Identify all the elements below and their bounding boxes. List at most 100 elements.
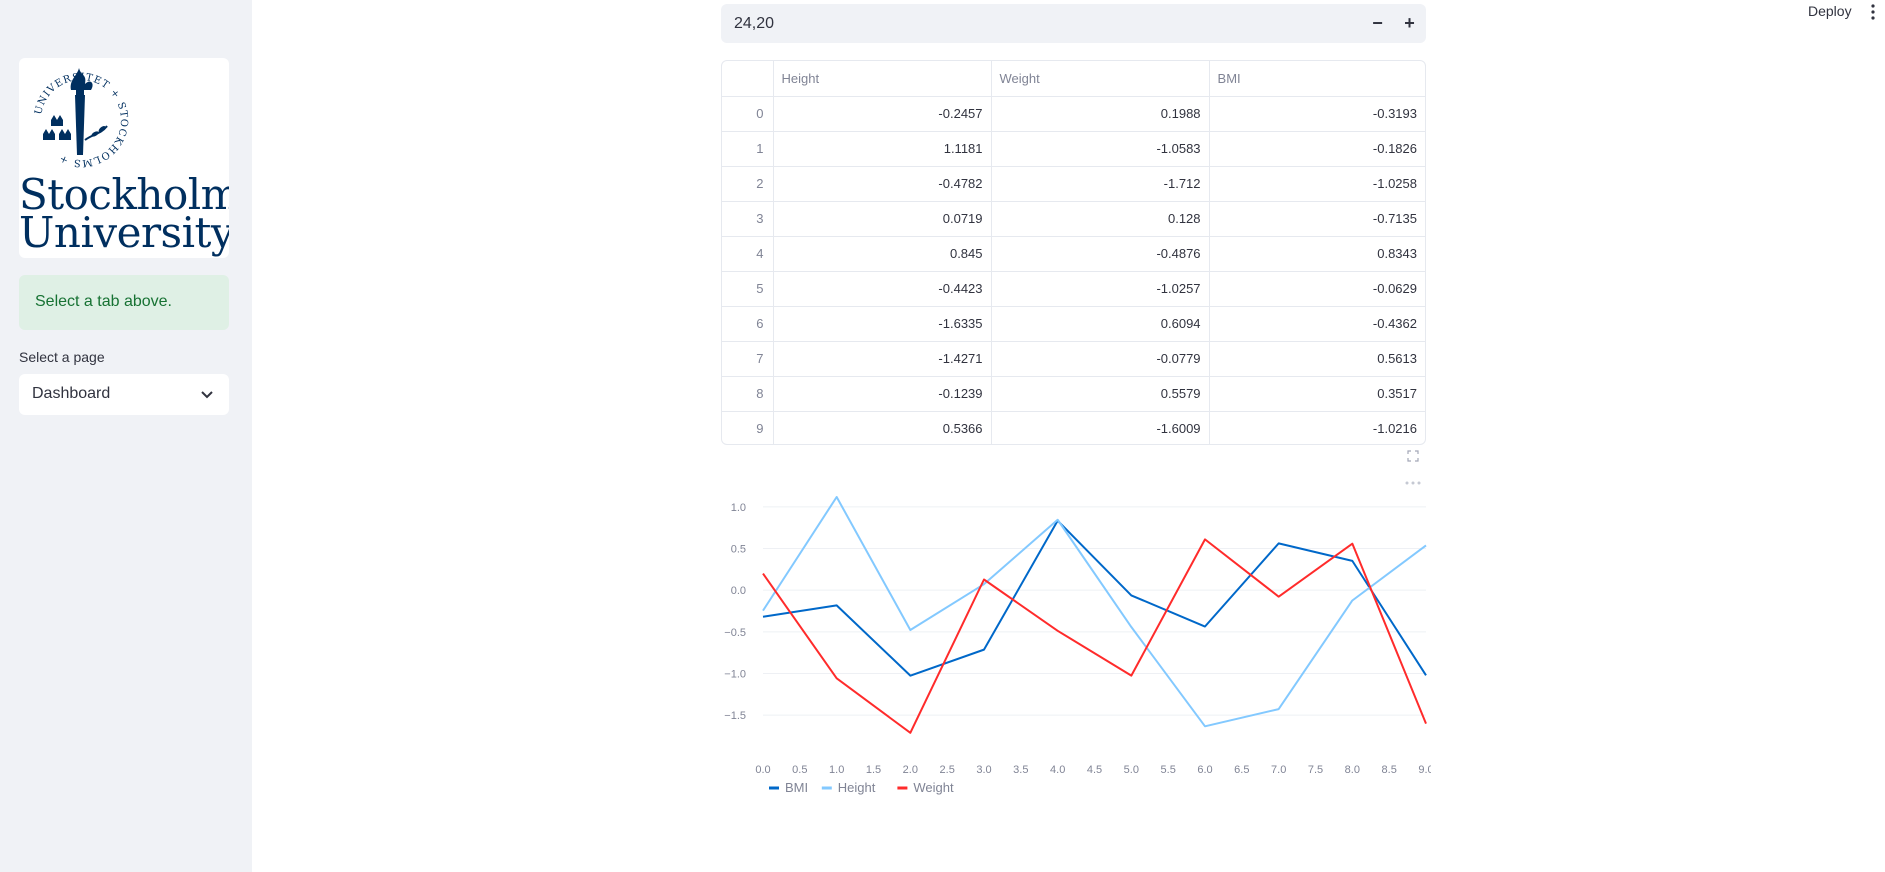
- table-cell[interactable]: -1.0258: [1209, 166, 1425, 202]
- decrement-button[interactable]: −: [1362, 4, 1393, 43]
- table-cell[interactable]: -1.4271: [773, 341, 992, 377]
- table-cell[interactable]: 0.3517: [1209, 376, 1425, 412]
- info-alert: Select a tab above.: [19, 275, 229, 330]
- table-cell[interactable]: -1.0257: [991, 271, 1210, 307]
- table-cell[interactable]: 0.5366: [773, 411, 992, 444]
- x-tick-label: 2.5: [940, 764, 955, 776]
- row-index-cell[interactable]: 3: [722, 201, 774, 237]
- legend-label[interactable]: Height: [838, 780, 876, 795]
- series-line-height[interactable]: [762, 495, 1427, 728]
- table-row[interactable]: 7 -1.4271 -0.0779 0.5613: [722, 341, 1425, 377]
- x-tick-label: 0.5: [792, 764, 807, 776]
- table-cell[interactable]: 0.5613: [1209, 341, 1425, 377]
- table-cell[interactable]: 0.6094: [991, 306, 1210, 342]
- row-index-cell[interactable]: 8: [722, 376, 774, 412]
- y-tick-label: −1.0: [724, 669, 746, 681]
- table-cell[interactable]: -0.4876: [991, 236, 1210, 272]
- table-header-row: Height Weight BMI: [722, 61, 1425, 97]
- chevron-down-icon: [201, 391, 213, 399]
- fullscreen-icon[interactable]: [1399, 443, 1427, 469]
- increment-button[interactable]: +: [1394, 4, 1425, 43]
- logo-line-2: University: [19, 208, 229, 257]
- x-tick-label: 3.5: [1013, 764, 1028, 776]
- row-index-cell[interactable]: 6: [722, 306, 774, 342]
- row-index-cell[interactable]: 5: [722, 271, 774, 307]
- table-cell[interactable]: 0.128: [991, 201, 1210, 237]
- table-cell[interactable]: -0.4423: [773, 271, 992, 307]
- table-row[interactable]: 0 -0.2457 0.1988 -0.3193: [722, 96, 1425, 132]
- y-tick-label: −0.5: [724, 627, 746, 639]
- page-select-value: Dashboard: [32, 385, 111, 402]
- number-input-value[interactable]: 24,20: [734, 15, 774, 33]
- y-tick-label: −1.5: [724, 710, 746, 722]
- table-cell[interactable]: -1.712: [991, 166, 1210, 202]
- table-cell[interactable]: -0.7135: [1209, 201, 1425, 237]
- table-cell[interactable]: 0.845: [773, 236, 992, 272]
- line-chart[interactable]: 1.0 0.5 0.0 −0.5 −1.0 −1.5 0.0 0.5 1.0 1.5 2.0 2.5 3…: [721, 470, 1431, 810]
- y-tick-label: 0.5: [731, 544, 746, 556]
- university-logo: UNIVERSITET + STOCKHOLMS + Stockholm Uni…: [19, 58, 229, 258]
- table-cell[interactable]: -1.6009: [991, 411, 1210, 444]
- table-row[interactable]: 9 0.5366 -1.6009 -1.0216: [722, 411, 1425, 444]
- page-select[interactable]: Dashboard: [19, 374, 229, 415]
- table-row[interactable]: 1 1.1181 -1.0583 -0.1826: [722, 131, 1425, 167]
- table-row[interactable]: 3 0.0719 0.128 -0.7135: [722, 201, 1425, 237]
- sidebar: UNIVERSITET + STOCKHOLMS + Stockholm Uni…: [0, 0, 252, 872]
- x-tick-label: 8.5: [1382, 764, 1397, 776]
- table-cell[interactable]: -0.4782: [773, 166, 992, 202]
- logo-wordmark: Stockholm University: [19, 174, 229, 257]
- table-row[interactable]: 8 -0.1239 0.5579 0.3517: [722, 376, 1425, 412]
- table-row[interactable]: 2 -0.4782 -1.712 -1.0258: [722, 166, 1425, 202]
- main-menu-icon[interactable]: [1868, 2, 1878, 22]
- university-seal-icon: UNIVERSITET + STOCKHOLMS +: [33, 68, 128, 168]
- table-cell[interactable]: -0.1239: [773, 376, 992, 412]
- table-cell[interactable]: -1.0216: [1209, 411, 1425, 444]
- x-tick-label: 3.0: [976, 764, 991, 776]
- row-index-cell[interactable]: 4: [722, 236, 774, 272]
- column-header-bmi[interactable]: BMI: [1209, 61, 1425, 97]
- page-select-label: Select a page: [19, 349, 105, 365]
- row-index-cell[interactable]: 7: [722, 341, 774, 377]
- x-tick-label: 6.5: [1234, 764, 1249, 776]
- table-cell[interactable]: -0.3193: [1209, 96, 1425, 132]
- table-cell[interactable]: 1.1181: [773, 131, 992, 167]
- x-tick-label: 1.0: [829, 764, 844, 776]
- number-input[interactable]: 24,20 − +: [721, 4, 1426, 43]
- x-tick-label: 4.0: [1050, 764, 1065, 776]
- table-row[interactable]: 4 0.845 -0.4876 0.8343: [722, 236, 1425, 272]
- column-header-index[interactable]: [722, 61, 774, 97]
- row-index-cell[interactable]: 2: [722, 166, 774, 202]
- column-header-height[interactable]: Height: [773, 61, 992, 97]
- x-tick-label: 9.0: [1418, 764, 1431, 776]
- x-tick-label: 0.0: [755, 764, 770, 776]
- y-tick-label: 1.0: [731, 502, 746, 514]
- x-tick-label: 8.0: [1345, 764, 1360, 776]
- x-tick-label: 7.0: [1271, 764, 1286, 776]
- dataframe[interactable]: Height Weight BMI 0 -0.2457 0.1988 -0.3193 1…: [721, 60, 1426, 445]
- y-tick-label: 0.0: [731, 585, 746, 597]
- table-cell[interactable]: -0.2457: [773, 96, 992, 132]
- table-row[interactable]: 6 -1.6335 0.6094 -0.4362: [722, 306, 1425, 342]
- table-cell[interactable]: -0.0629: [1209, 271, 1425, 307]
- x-tick-label: 2.0: [903, 764, 918, 776]
- table-cell[interactable]: 0.5579: [991, 376, 1210, 412]
- row-index-cell[interactable]: 1: [722, 131, 774, 167]
- table-cell[interactable]: 0.8343: [1209, 236, 1425, 272]
- column-header-weight[interactable]: Weight: [991, 61, 1210, 97]
- deploy-button[interactable]: Deploy: [1808, 3, 1852, 19]
- legend-label[interactable]: Weight: [913, 780, 954, 795]
- row-index-cell[interactable]: 9: [722, 411, 774, 444]
- table-cell[interactable]: 0.1988: [991, 96, 1210, 132]
- x-tick-label: 5.0: [1124, 764, 1139, 776]
- row-index-cell[interactable]: 0: [722, 96, 774, 132]
- table-cell[interactable]: -0.1826: [1209, 131, 1425, 167]
- x-tick-label: 5.5: [1161, 764, 1176, 776]
- legend-label[interactable]: BMI: [785, 780, 808, 795]
- series-line-weight[interactable]: [762, 538, 1427, 734]
- table-row[interactable]: 5 -0.4423 -1.0257 -0.0629: [722, 271, 1425, 307]
- table-cell[interactable]: -0.4362: [1209, 306, 1425, 342]
- table-cell[interactable]: -1.0583: [991, 131, 1210, 167]
- table-cell[interactable]: -1.6335: [773, 306, 992, 342]
- table-cell[interactable]: -0.0779: [991, 341, 1210, 377]
- table-cell[interactable]: 0.0719: [773, 201, 992, 237]
